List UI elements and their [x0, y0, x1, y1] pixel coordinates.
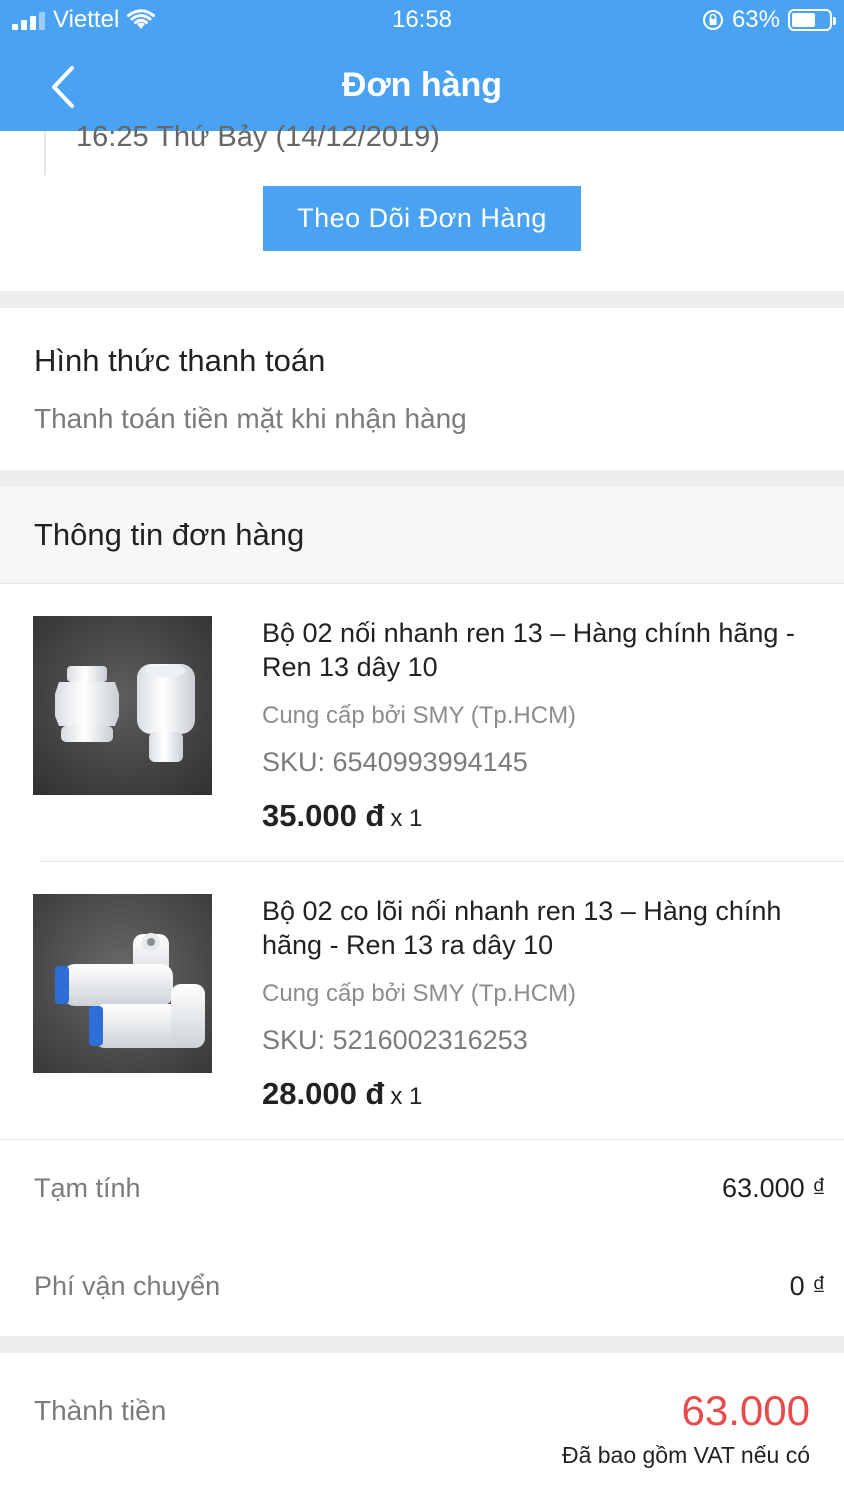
product-price-line: 35.000 đx 1 [262, 798, 422, 834]
status-right: 63% [702, 6, 836, 34]
status-bar: Viettel 16:58 63% [0, 0, 844, 40]
product-qty: x 1 [390, 1083, 423, 1110]
order-item[interactable]: Bộ 02 nối nhanh ren 13 – Hàng chính hãng… [0, 584, 844, 861]
battery-icon [788, 9, 836, 31]
product-seller: Cung cấp bởi SMY (Tp.HCM) [262, 702, 577, 729]
product-seller: Cung cấp bởi SMY (Tp.HCM) [262, 980, 577, 1007]
product-price-line: 28.000 đx 1 [262, 1076, 422, 1112]
shipping-label: Phí vận chuyển [34, 1271, 221, 1301]
app-header: Viettel 16:58 63% Đơn hàng [0, 0, 844, 131]
total-row: Thành tiền 63.000 Đã bao gồm VAT nếu có [0, 1353, 844, 1500]
track-order-button[interactable]: Theo Dõi Đơn Hàng [263, 186, 581, 251]
section-divider [0, 1336, 844, 1353]
order-item[interactable]: Bộ 02 co lõi nối nhanh ren 13 – Hàng chí… [0, 862, 844, 1139]
payment-heading: Hình thức thanh toán [34, 343, 326, 378]
total-value: 63.000 [681, 1387, 810, 1434]
subtotal-value: 63.000 ₫ [722, 1173, 826, 1203]
timeline-line [44, 131, 46, 175]
page-title: Đơn hàng [341, 66, 503, 104]
order-detail-scroll[interactable]: 16:25 Thứ Bảy (14/12/2019) Theo Dõi Đơn … [0, 121, 844, 1500]
product-sku: SKU: 6540993994145 [262, 747, 528, 777]
subtotal-label: Tạm tính [34, 1173, 141, 1203]
timeline-time: 16:25 Thứ Bảy (14/12/2019) [76, 121, 440, 153]
product-photo-fittings [33, 616, 212, 795]
subtotal-row: Tạm tính 63.000 ₫ [0, 1140, 844, 1238]
battery-fill [792, 13, 815, 27]
product-price: 35.000 đ [262, 798, 385, 833]
section-divider [0, 470, 844, 487]
payment-section: Hình thức thanh toán Thanh toán tiền mặt… [0, 308, 844, 470]
rotation-lock-icon [702, 10, 723, 30]
battery-percent: 63% [731, 6, 780, 33]
payment-method: Thanh toán tiền mặt khi nhận hàng [34, 403, 467, 434]
product-photo-elbows [33, 894, 212, 1073]
product-price: 28.000 đ [262, 1076, 385, 1111]
total-label: Thành tiền [34, 1395, 167, 1426]
order-info-header: Thông tin đơn hàng [0, 487, 844, 584]
product-name[interactable]: Bộ 02 nối nhanh ren 13 – Hàng chính hãng… [262, 616, 832, 684]
vat-note: Đã bao gồm VAT nếu có [561, 1442, 810, 1468]
tracking-section: 16:25 Thứ Bảy (14/12/2019) Theo Dõi Đơn … [0, 121, 844, 291]
shipping-row: Phí vận chuyển 0 ₫ [0, 1238, 844, 1336]
product-sku: SKU: 5216002316253 [262, 1025, 528, 1055]
product-name[interactable]: Bộ 02 co lõi nối nhanh ren 13 – Hàng chí… [262, 894, 832, 962]
order-info-heading: Thông tin đơn hàng [34, 517, 305, 552]
product-image [33, 616, 212, 795]
product-qty: x 1 [390, 805, 423, 832]
shipping-value: 0 ₫ [789, 1271, 826, 1301]
product-image [33, 894, 212, 1073]
section-divider [0, 291, 844, 308]
